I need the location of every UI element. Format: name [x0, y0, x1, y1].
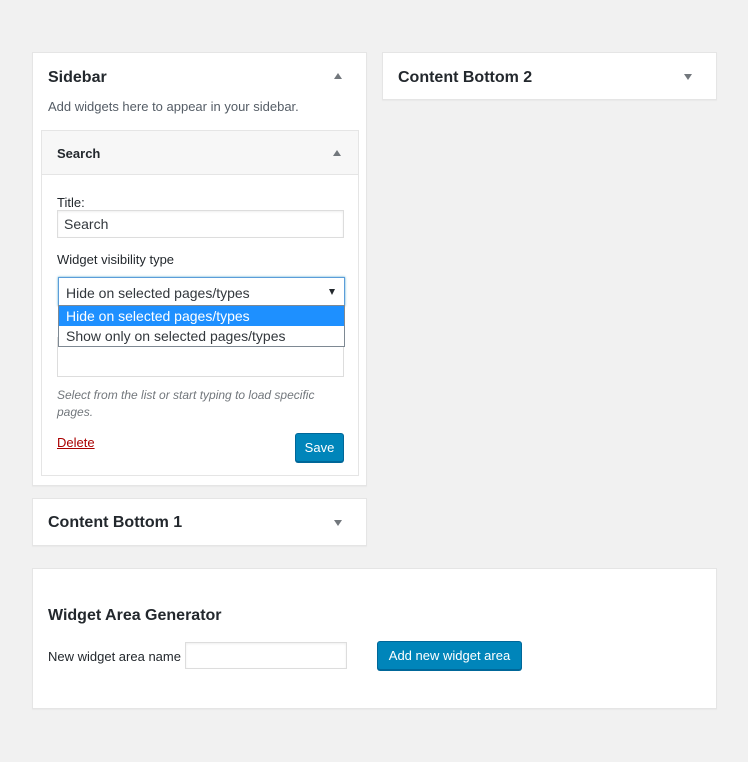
- widget-header[interactable]: Search: [42, 131, 358, 175]
- widget-area-name-label: New widget area name: [48, 649, 181, 664]
- search-widget: Search Title: Widget visibility type Hid…: [41, 130, 359, 476]
- expand-arrow-icon[interactable]: [334, 520, 342, 526]
- widget-area-name-input[interactable]: [185, 642, 347, 669]
- content-bottom-1-area[interactable]: Content Bottom 1: [32, 498, 367, 546]
- title-input[interactable]: [57, 210, 344, 238]
- visibility-selected-value: Hide on selected pages/types: [66, 285, 250, 301]
- dropdown-option[interactable]: Hide on selected pages/types: [59, 306, 344, 326]
- title-label: Title:: [57, 195, 85, 210]
- visibility-dropdown-list: Hide on selected pages/types Show only o…: [58, 305, 345, 347]
- expand-arrow-icon[interactable]: [684, 74, 692, 80]
- content-bottom-1-title[interactable]: Content Bottom 1: [48, 514, 182, 532]
- save-button[interactable]: Save: [295, 433, 344, 462]
- add-widget-area-button[interactable]: Add new widget area: [377, 641, 522, 670]
- dropdown-caret-icon: [329, 289, 335, 295]
- widget-title: Search: [57, 146, 101, 161]
- sidebar-widget-area: Sidebar Add widgets here to appear in yo…: [32, 52, 367, 486]
- pages-hint-text: Select from the list or start typing to …: [57, 388, 315, 419]
- generator-title: Widget Area Generator: [48, 607, 222, 624]
- content-bottom-2-area[interactable]: Content Bottom 2: [382, 52, 717, 100]
- sidebar-description: Add widgets here to appear in your sideb…: [48, 99, 299, 114]
- sidebar-title[interactable]: Sidebar: [48, 69, 107, 87]
- visibility-type-label: Widget visibility type: [57, 252, 175, 267]
- widget-area-generator: Widget Area Generator New widget area na…: [32, 568, 717, 709]
- visibility-type-select[interactable]: Hide on selected pages/types: [58, 277, 345, 306]
- dropdown-option[interactable]: Show only on selected pages/types: [59, 326, 344, 346]
- delete-link[interactable]: Delete: [57, 435, 95, 450]
- content-bottom-2-title[interactable]: Content Bottom 2: [398, 69, 532, 87]
- collapse-arrow-icon[interactable]: [333, 150, 341, 156]
- collapse-arrow-icon[interactable]: [334, 73, 342, 79]
